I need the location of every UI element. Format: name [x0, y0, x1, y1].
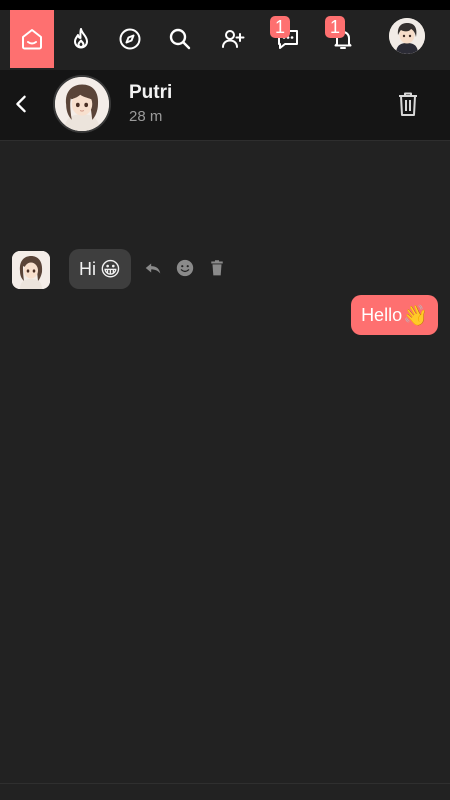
message-bubble-outgoing[interactable]: Hello 👋 — [351, 295, 438, 335]
message-text: Hello — [361, 304, 403, 325]
profile-avatar[interactable] — [389, 18, 425, 54]
trash-icon — [211, 260, 223, 276]
top-navigation: 1 1 — [0, 10, 450, 70]
nav-hot-button[interactable] — [59, 10, 103, 68]
message-emoji: 👋 — [403, 304, 428, 327]
contact-last-seen: 28 m — [129, 108, 163, 125]
delete-message-button[interactable] — [206, 257, 228, 279]
contact-name: Putri — [129, 82, 173, 103]
sender-avatar[interactable] — [12, 251, 50, 289]
add-user-icon — [222, 30, 245, 48]
chat-app: 1 1 Putri 28 m Hi 😀 Hello 👋 — [0, 0, 450, 800]
messages-badge: 1 — [270, 16, 290, 38]
back-button[interactable] — [8, 90, 34, 118]
home-icon — [22, 29, 42, 50]
react-button[interactable] — [174, 257, 196, 279]
contact-avatar[interactable] — [53, 75, 111, 133]
contact-avatar-image — [55, 77, 109, 131]
search-icon — [169, 28, 191, 50]
smiley-icon — [176, 259, 194, 277]
message-bubble-incoming[interactable]: Hi 😀 — [69, 249, 131, 289]
nav-search-button[interactable] — [158, 10, 202, 68]
trash-icon — [399, 92, 417, 116]
flame-icon — [74, 28, 88, 49]
nav-explore-button[interactable] — [108, 10, 152, 68]
message-text: Hi — [79, 258, 96, 279]
sender-avatar-image — [12, 251, 50, 289]
composer-divider — [0, 783, 450, 784]
message-emoji: 😀 — [100, 258, 121, 281]
avatar-image — [389, 18, 425, 54]
chat-header: Putri 28 m — [0, 70, 450, 141]
nav-notifications-button[interactable]: 1 — [321, 10, 365, 68]
delete-chat-button[interactable] — [393, 88, 423, 120]
chevron-left-icon — [16, 95, 26, 113]
nav-messages-button[interactable]: 1 — [266, 10, 310, 68]
message-actions — [142, 257, 228, 279]
compass-icon — [119, 28, 141, 50]
notifications-badge: 1 — [325, 16, 345, 38]
nav-add-friend-button[interactable] — [211, 10, 255, 68]
reply-button[interactable] — [142, 257, 164, 279]
status-bar — [0, 0, 450, 10]
reply-icon — [145, 263, 161, 274]
nav-home-button[interactable] — [10, 10, 54, 68]
